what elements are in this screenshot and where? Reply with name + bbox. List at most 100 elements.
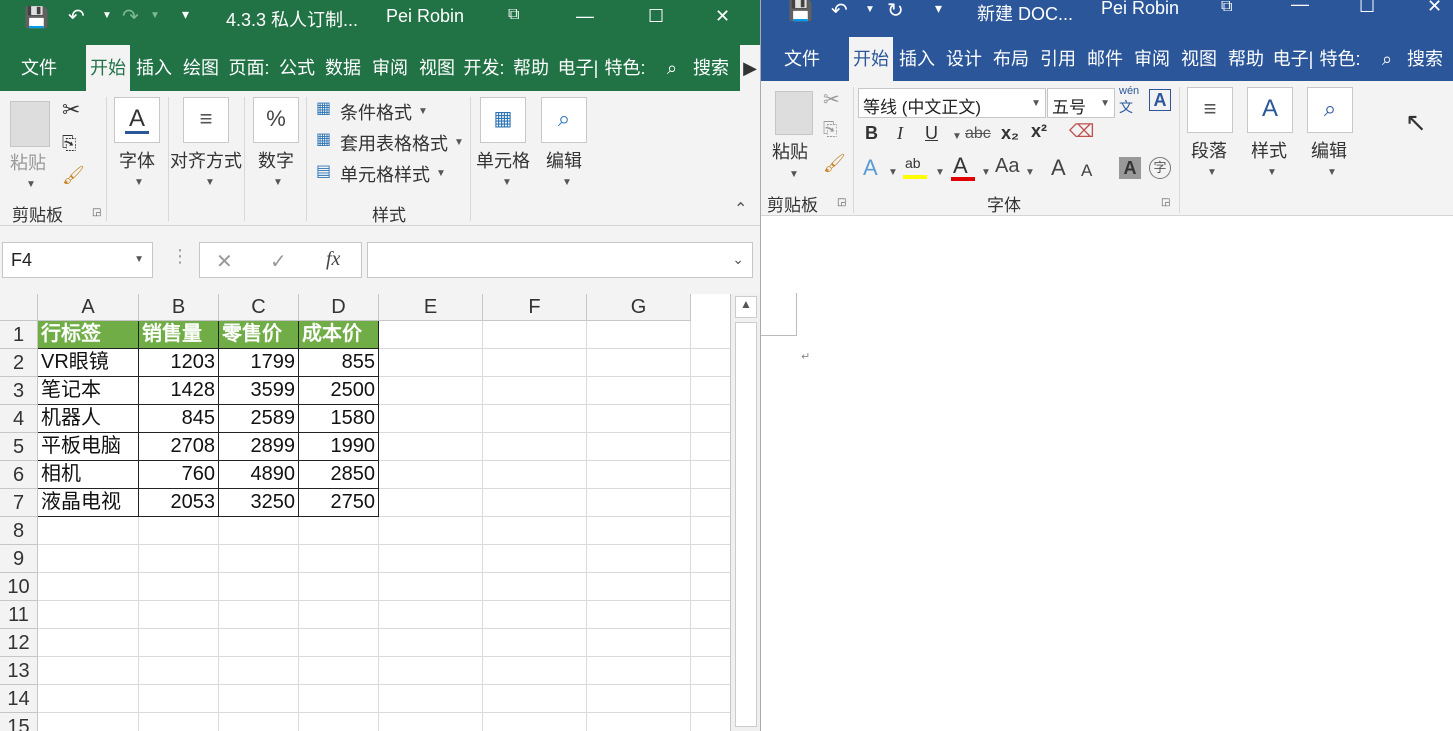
search-label[interactable]: 搜索 (690, 45, 732, 91)
superscript-button[interactable]: x² (1031, 121, 1047, 142)
font-name-dropdown-icon[interactable]: ▼ (1031, 98, 1041, 109)
tab-insert[interactable]: 插入 (132, 45, 176, 91)
char-border-icon[interactable]: A (1149, 89, 1171, 111)
subscript-button[interactable]: x₂ (1001, 123, 1019, 144)
tab-special[interactable]: 特色: (602, 45, 648, 91)
cells-dropdown-icon[interactable]: ▼ (502, 177, 512, 188)
table-cell[interactable]: 2708 (139, 433, 219, 461)
copy-icon[interactable]: ⎘ (823, 119, 837, 140)
paste-button[interactable]: 粘贴 (772, 138, 808, 164)
table-cell[interactable]: 1580 (299, 405, 379, 433)
table-cell[interactable]: 机器人 (38, 405, 139, 433)
conditional-format-icon[interactable]: ▦ (316, 98, 331, 118)
search-icon[interactable]: ⌕ (1376, 37, 1398, 81)
undo-dropdown-icon[interactable]: ▼ (102, 10, 112, 21)
tab-insert[interactable]: 插入 (895, 37, 939, 81)
column-header[interactable]: G (587, 294, 691, 321)
cell-style-icon[interactable]: ▤ (316, 161, 331, 181)
row-header[interactable]: 11 (0, 601, 38, 629)
strikethrough-button[interactable]: abc (965, 125, 991, 143)
find-icon[interactable]: ⌕ (541, 97, 587, 143)
column-header[interactable]: A (38, 294, 139, 321)
scroll-up-icon[interactable]: ▲ (735, 296, 757, 318)
row-header[interactable]: 9 (0, 545, 38, 573)
name-box-dropdown-icon[interactable]: ▼ (134, 254, 144, 265)
tab-references[interactable]: 引用 (1036, 37, 1080, 81)
font-size-select[interactable]: 五号 ▼ (1047, 88, 1115, 118)
document-page[interactable]: ↵ (761, 216, 1453, 731)
table-format-dropdown-icon[interactable]: ▼ (454, 137, 464, 148)
paragraph-button[interactable]: 段落 (1191, 137, 1227, 163)
cells-button[interactable]: 单元格 (476, 147, 530, 173)
table-cell[interactable]: 相机 (38, 461, 139, 489)
cut-icon[interactable]: ✂ (62, 97, 80, 123)
tab-page-layout[interactable]: 页面: (226, 45, 272, 91)
table-cell[interactable]: 2750 (299, 489, 379, 517)
undo-dropdown-icon[interactable]: ▼ (865, 4, 875, 15)
font-button[interactable]: 字体 (119, 147, 155, 173)
row-header[interactable]: 10 (0, 573, 38, 601)
cells-icon[interactable]: ▦ (480, 97, 526, 143)
font-launcher-icon[interactable]: ◲ (1161, 197, 1170, 208)
font-dropdown-icon[interactable]: ▼ (134, 177, 144, 188)
tab-review[interactable]: 审阅 (367, 45, 413, 91)
cell-style-dropdown-icon[interactable]: ▼ (436, 168, 446, 179)
column-header[interactable]: B (139, 294, 219, 321)
row-header[interactable]: 6 (0, 461, 38, 489)
tab-help[interactable]: 帮助 (508, 45, 554, 91)
column-header[interactable]: C (219, 294, 299, 321)
paste-icon[interactable] (775, 91, 813, 135)
minimize-icon[interactable]: — (576, 6, 594, 27)
maximize-icon[interactable]: ☐ (1359, 0, 1375, 17)
column-header[interactable]: F (483, 294, 587, 321)
tab-view[interactable]: 视图 (414, 45, 460, 91)
cut-icon[interactable]: ✂ (823, 87, 840, 112)
table-cell[interactable]: 液晶电视 (38, 489, 139, 517)
tab-special[interactable]: 特色: (1318, 37, 1362, 81)
align-button[interactable]: 对齐方式 (170, 147, 242, 173)
paragraph-dropdown-icon[interactable]: ▼ (1207, 167, 1217, 178)
find-icon[interactable]: ⌕ (1307, 87, 1353, 133)
table-cell[interactable]: 2053 (139, 489, 219, 517)
copy-icon[interactable]: ⎘ (62, 133, 76, 154)
search-label[interactable]: 搜索 (1401, 37, 1449, 81)
undo-icon[interactable]: ↶ (68, 4, 85, 29)
row-header[interactable]: 12 (0, 629, 38, 657)
close-icon[interactable]: ✕ (1427, 0, 1442, 17)
format-painter-icon[interactable]: 🖌 (62, 165, 85, 186)
phonetic-guide-icon[interactable]: wén 文 (1119, 85, 1139, 117)
paste-icon[interactable] (10, 101, 50, 147)
tab-file[interactable]: 文件 (8, 45, 70, 91)
conditional-format-dropdown-icon[interactable]: ▼ (418, 106, 428, 117)
table-header-cell[interactable]: 零售价 (219, 321, 299, 349)
shrink-font-button[interactable]: A (1081, 161, 1092, 181)
scroll-thumb[interactable] (735, 322, 757, 727)
table-cell[interactable]: 2899 (219, 433, 299, 461)
vertical-scrollbar[interactable]: ▲ (730, 294, 760, 731)
minimize-icon[interactable]: — (1291, 0, 1309, 15)
align-icon[interactable]: ≡ (183, 97, 229, 143)
tab-layout[interactable]: 布局 (989, 37, 1033, 81)
table-cell[interactable]: 2850 (299, 461, 379, 489)
tab-home[interactable]: 开始 (86, 45, 130, 91)
table-cell[interactable]: 3250 (219, 489, 299, 517)
repeat-icon[interactable]: ↻ (887, 0, 904, 23)
edit-dropdown-icon[interactable]: ▼ (1327, 167, 1337, 178)
ribbon-display-icon[interactable]: ⧉ (1221, 0, 1232, 16)
underline-dropdown-icon[interactable]: ▼ (952, 131, 962, 142)
underline-button[interactable]: U (925, 123, 938, 144)
styles-button[interactable]: 样式 (1251, 137, 1287, 163)
paragraph-icon[interactable]: ≡ (1187, 87, 1233, 133)
tab-review[interactable]: 审阅 (1130, 37, 1174, 81)
text-effects-dropdown-icon[interactable]: ▼ (888, 167, 898, 178)
italic-button[interactable]: I (897, 123, 903, 144)
table-cell[interactable]: 1203 (139, 349, 219, 377)
grow-font-button[interactable]: A (1051, 155, 1066, 181)
font-icon[interactable]: A (114, 97, 160, 143)
number-dropdown-icon[interactable]: ▼ (273, 177, 283, 188)
table-cell[interactable]: 855 (299, 349, 379, 377)
table-cell[interactable]: 笔记本 (38, 377, 139, 405)
formula-bar-grip-icon[interactable]: ⋮ (171, 246, 189, 267)
paste-dropdown-icon[interactable]: ▼ (26, 179, 36, 190)
char-shading-button[interactable]: A (1119, 157, 1141, 179)
